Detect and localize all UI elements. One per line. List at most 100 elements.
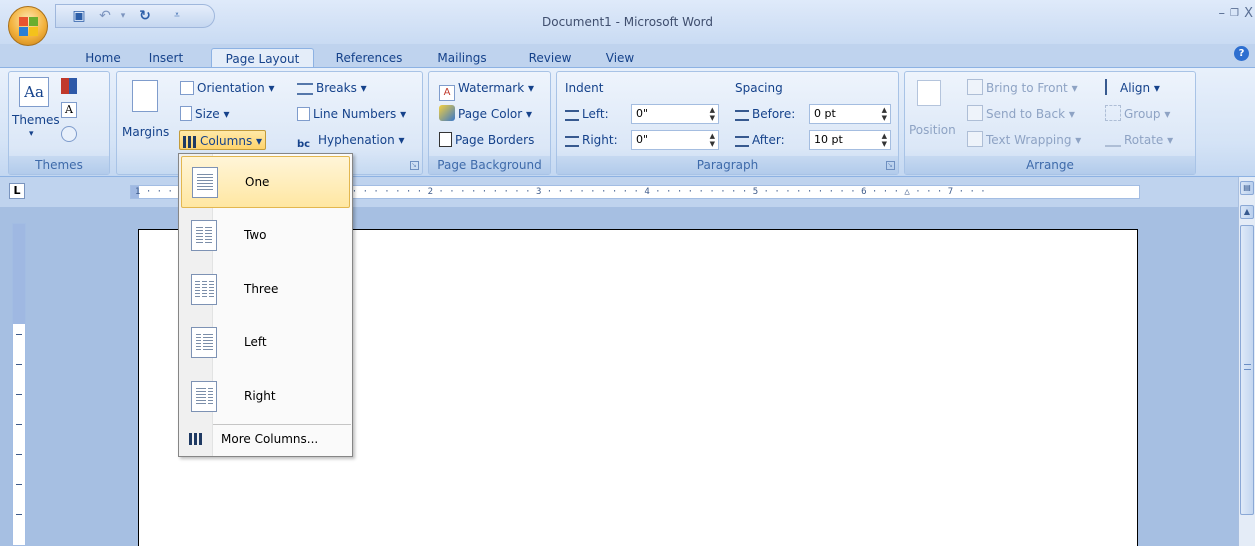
- themes-icon[interactable]: Aa: [19, 77, 49, 107]
- tab-review[interactable]: Review: [520, 48, 580, 68]
- tab-selector-icon[interactable]: L: [9, 183, 25, 199]
- ruler-tick: [16, 484, 22, 485]
- group-icon: [1105, 105, 1121, 121]
- tab-page-layout[interactable]: Page Layout: [211, 48, 314, 68]
- ruler-top-margin: [13, 224, 25, 324]
- position-icon[interactable]: [917, 80, 941, 106]
- more-columns-icon: [189, 433, 203, 445]
- text-wrapping-button[interactable]: Text Wrapping ▾: [967, 130, 1081, 150]
- line-numbers-icon: [297, 107, 310, 121]
- columns-button[interactable]: Columns ▾: [179, 130, 267, 150]
- ruler-tick: [16, 334, 22, 335]
- spacing-before-input[interactable]: 0 pt ▲ ▼: [809, 104, 891, 124]
- size-button[interactable]: Size ▾: [180, 104, 229, 124]
- group-button[interactable]: Group ▾: [1105, 104, 1170, 124]
- ruler-tick: [16, 424, 22, 425]
- page-background-group: A Watermark ▾ Page Color ▾ Page Borders P…: [428, 71, 551, 175]
- paragraph-group-label: Paragraph: [557, 156, 898, 174]
- page-borders-button[interactable]: Page Borders: [439, 130, 534, 150]
- columns-option-label: Three: [244, 282, 279, 296]
- restore-button[interactable]: ❐: [1230, 8, 1239, 19]
- spacing-after-input[interactable]: 10 pt ▲ ▼: [809, 130, 891, 150]
- indent-right-icon: [565, 136, 579, 147]
- page-color-button[interactable]: Page Color ▾: [439, 104, 532, 124]
- page-color-icon: [439, 105, 455, 121]
- help-icon[interactable]: ?: [1234, 46, 1249, 61]
- office-button[interactable]: [8, 6, 48, 46]
- one-column-icon: [192, 167, 218, 198]
- columns-option-right[interactable]: Right: [181, 371, 350, 423]
- ruler-tick: [16, 394, 22, 395]
- indent-left-input[interactable]: 0" ▲ ▼: [631, 104, 719, 124]
- title-bar: ▣ ↶ ▾ ↻ ⩡ Document1 - Microsoft Word – ❐…: [0, 0, 1255, 46]
- align-button[interactable]: Align ▾: [1105, 78, 1160, 98]
- breaks-button[interactable]: Breaks ▾: [297, 78, 367, 98]
- columns-option-one[interactable]: One: [181, 156, 350, 208]
- vertical-ruler[interactable]: [12, 223, 26, 546]
- theme-effects-icon[interactable]: [61, 126, 77, 142]
- spacing-after-spinner-icon[interactable]: ▲ ▼: [882, 132, 887, 148]
- indent-right-spinner-icon[interactable]: ▲ ▼: [710, 132, 715, 148]
- spacing-after-icon: [735, 136, 749, 147]
- menu-separator: [213, 424, 351, 425]
- indent-left-spinner-icon[interactable]: ▲ ▼: [710, 106, 715, 122]
- view-ruler-icon[interactable]: ▤: [1240, 181, 1254, 195]
- themes-group: Aa Themes ▾ A Themes: [8, 71, 110, 175]
- right-column-icon: [191, 381, 217, 412]
- hyphenation-icon: bc: [297, 139, 311, 150]
- columns-option-three[interactable]: Three: [181, 264, 350, 316]
- bring-to-front-icon: [967, 79, 983, 95]
- themes-dropdown-icon[interactable]: ▾: [29, 124, 34, 144]
- columns-option-label: Two: [244, 228, 267, 242]
- orientation-button[interactable]: Orientation ▾: [180, 78, 275, 98]
- rotate-icon: [1105, 131, 1121, 147]
- tab-home[interactable]: Home: [78, 48, 128, 68]
- scroll-up-icon[interactable]: ▲: [1240, 205, 1254, 219]
- hyphenation-button[interactable]: bc Hyphenation ▾: [297, 130, 405, 150]
- rotate-button[interactable]: Rotate ▾: [1105, 130, 1173, 150]
- more-columns-item[interactable]: More Columns...: [181, 427, 350, 453]
- spacing-before-spinner-icon[interactable]: ▲ ▼: [882, 106, 887, 122]
- indent-right-label: Right:: [565, 130, 618, 150]
- page-background-group-label: Page Background: [429, 156, 550, 174]
- indent-left-label: Left:: [565, 104, 609, 124]
- send-to-back-button[interactable]: Send to Back ▾: [967, 104, 1075, 124]
- tab-insert[interactable]: Insert: [140, 48, 192, 68]
- columns-option-two[interactable]: Two: [181, 210, 350, 262]
- close-button[interactable]: X: [1244, 6, 1253, 21]
- margins-icon[interactable]: [132, 80, 158, 112]
- ruler-tick: [16, 454, 22, 455]
- watermark-icon: A: [439, 85, 455, 101]
- columns-option-left[interactable]: Left: [181, 317, 350, 369]
- line-numbers-button[interactable]: Line Numbers ▾: [297, 104, 406, 124]
- bring-to-front-button[interactable]: Bring to Front ▾: [967, 78, 1078, 98]
- page-borders-icon: [439, 132, 452, 147]
- margins-button[interactable]: Margins: [122, 122, 169, 142]
- watermark-button[interactable]: A Watermark ▾: [439, 78, 534, 101]
- position-button[interactable]: Position: [909, 120, 956, 140]
- text-wrapping-icon: [967, 131, 983, 147]
- columns-menu: One Two Three Left Right More Columns...: [178, 153, 353, 457]
- theme-fonts-icon[interactable]: A: [61, 102, 77, 118]
- office-logo-icon: [19, 17, 39, 37]
- breaks-icon: [297, 83, 313, 95]
- scrollbar-thumb[interactable]: [1240, 225, 1254, 515]
- theme-colors-icon[interactable]: [61, 78, 77, 94]
- scrollbar-grip-icon: [1244, 364, 1251, 370]
- tab-view[interactable]: View: [598, 48, 642, 68]
- indent-right-input[interactable]: 0" ▲ ▼: [631, 130, 719, 150]
- tab-mailings[interactable]: Mailings: [430, 48, 494, 68]
- spacing-after-label: After:: [735, 130, 785, 150]
- send-to-back-icon: [967, 105, 983, 121]
- vertical-scrollbar[interactable]: ▤ ▲: [1238, 177, 1255, 546]
- minimize-button[interactable]: –: [1219, 6, 1226, 21]
- themes-button[interactable]: Themes: [12, 110, 60, 130]
- two-columns-icon: [191, 220, 217, 251]
- more-columns-label: More Columns...: [221, 432, 319, 446]
- columns-option-label: Left: [244, 335, 267, 349]
- paragraph-launcher-icon[interactable]: ↘: [886, 161, 895, 170]
- size-icon: [180, 106, 192, 121]
- page-setup-launcher-icon[interactable]: ↘: [410, 161, 419, 170]
- columns-option-label: Right: [244, 389, 276, 403]
- tab-references[interactable]: References: [326, 48, 412, 68]
